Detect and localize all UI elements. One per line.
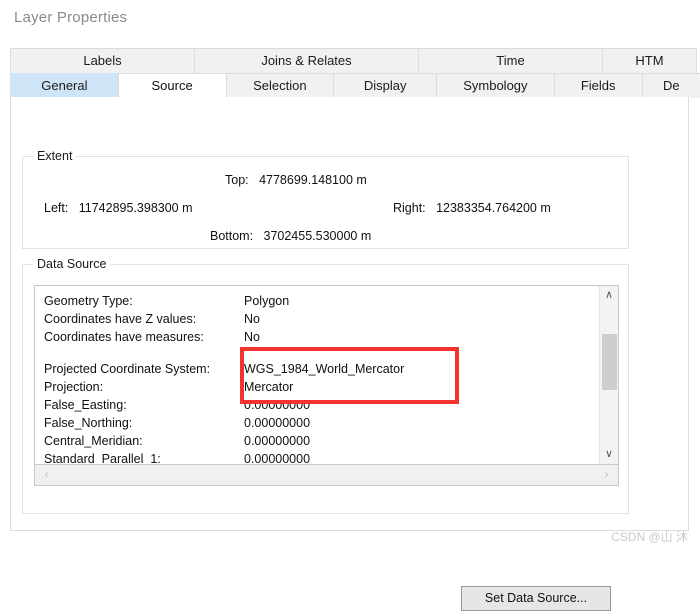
data-source-row-value: No: [244, 330, 260, 344]
tab-joins-relates[interactable]: Joins & Relates: [194, 48, 419, 73]
data-source-listbox[interactable]: Geometry Type: Polygon Coordinates have Z …: [34, 285, 619, 465]
tab-row-bottom: General Source Selection Display Symbology Fi…: [0, 73, 700, 98]
data-source-row: Coordinates have Z values: No: [44, 310, 589, 328]
data-source-row: Geometry Type: Polygon: [44, 292, 589, 310]
scroll-left-icon[interactable]: ‹: [37, 465, 56, 484]
extent-left-label: Left:: [44, 201, 69, 215]
data-source-row: False_Easting: 0.00000000: [44, 396, 589, 414]
extent-group-title: Extent: [33, 149, 77, 163]
tab-display[interactable]: Display: [333, 73, 438, 98]
extent-group: Extent Top: 4778699.148100 m Left: 11742…: [22, 149, 629, 249]
tab-general[interactable]: General: [10, 73, 119, 98]
tab-labels[interactable]: Labels: [10, 48, 195, 73]
set-data-source-button[interactable]: Set Data Source...: [461, 586, 611, 611]
data-source-row-value: Mercator: [244, 380, 294, 394]
tab-strip: Labels Joins & Relates Time HTM General Sour…: [0, 48, 700, 98]
data-source-row-key: False_Easting:: [44, 398, 127, 412]
data-source-row-key: Central_Meridian:: [44, 434, 143, 448]
extent-bottom-value: 3702455.530000 m: [263, 229, 372, 243]
watermark: CSDN @山 沐: [611, 530, 688, 544]
tab-content-panel: Extent Top: 4778699.148100 m Left: 11742…: [10, 97, 689, 611]
tab-selection[interactable]: Selection: [225, 73, 335, 98]
data-source-row-spacer: [44, 346, 589, 360]
extent-left-value: 11742895.398300 m: [78, 201, 193, 215]
tab-html-popup[interactable]: HTM: [602, 48, 697, 73]
extent-right-label: Right:: [393, 201, 426, 215]
extent-right-value: 12383354.764200 m: [436, 201, 551, 215]
vertical-scrollbar-thumb[interactable]: [602, 334, 617, 390]
tab-definition-query[interactable]: De: [641, 73, 700, 98]
data-source-row: Central_Meridian: 0.00000000: [44, 432, 589, 450]
tab-source[interactable]: Source: [117, 73, 227, 98]
extent-top-value: 4778699.148100 m: [259, 173, 367, 187]
data-source-row-value: 0.00000000: [244, 416, 311, 430]
data-source-row-key: Projected Coordinate System:: [44, 362, 211, 376]
data-source-row: Coordinates have measures: No: [44, 328, 589, 346]
data-source-row: False_Northing: 0.00000000: [44, 414, 589, 432]
extent-top: Top: 4778699.148100 m: [225, 173, 367, 187]
dialog-title: Layer Properties: [14, 9, 128, 26]
data-source-row-key: Coordinates have Z values:: [44, 312, 197, 326]
scroll-up-icon[interactable]: ∧: [600, 286, 618, 305]
data-source-row-value: WGS_1984_World_Mercator: [244, 362, 405, 376]
data-source-row-key: Coordinates have measures:: [44, 330, 204, 344]
data-source-group-title: Data Source: [33, 257, 111, 271]
scroll-right-icon[interactable]: ›: [597, 465, 616, 484]
extent-right: Right: 12383354.764200 m: [393, 201, 551, 215]
data-source-row-value: 0.00000000: [244, 434, 311, 448]
data-source-rows: Geometry Type: Polygon Coordinates have Z …: [44, 292, 589, 465]
data-source-row-value: No: [244, 312, 260, 326]
data-source-row-key: Standard_Parallel_1:: [44, 452, 161, 465]
extent-bottom-label: Bottom:: [210, 229, 254, 243]
data-source-row: Projected Coordinate System: WGS_1984_Wor…: [44, 360, 589, 378]
extent-bottom: Bottom: 3702455.530000 m: [210, 229, 371, 243]
data-source-group: Data Source Geometry Type: Polygon Coordin…: [22, 257, 629, 514]
tab-fields[interactable]: Fields: [553, 73, 643, 98]
data-source-row-value: Polygon: [244, 294, 290, 308]
extent-left: Left: 11742895.398300 m: [44, 201, 193, 215]
data-source-row-key: Geometry Type:: [44, 294, 133, 308]
data-source-row-key: False_Northing:: [44, 416, 133, 430]
data-source-row: Projection: Mercator: [44, 378, 589, 396]
data-source-row-value: 0.00000000: [244, 398, 311, 412]
data-source-row: Standard_Parallel_1: 0.00000000: [44, 450, 589, 465]
tab-time[interactable]: Time: [418, 48, 603, 73]
tab-symbology[interactable]: Symbology: [436, 73, 555, 98]
scroll-down-icon[interactable]: ∨: [600, 445, 618, 464]
data-source-row-value: 0.00000000: [244, 452, 311, 465]
tab-row-top: Labels Joins & Relates Time HTM: [0, 48, 700, 73]
extent-top-label: Top:: [225, 173, 249, 187]
data-source-vertical-scrollbar[interactable]: ∧ ∨: [599, 286, 618, 464]
data-source-row-key: Projection:: [44, 380, 104, 394]
data-source-horizontal-scrollbar[interactable]: ‹ ›: [34, 465, 619, 486]
